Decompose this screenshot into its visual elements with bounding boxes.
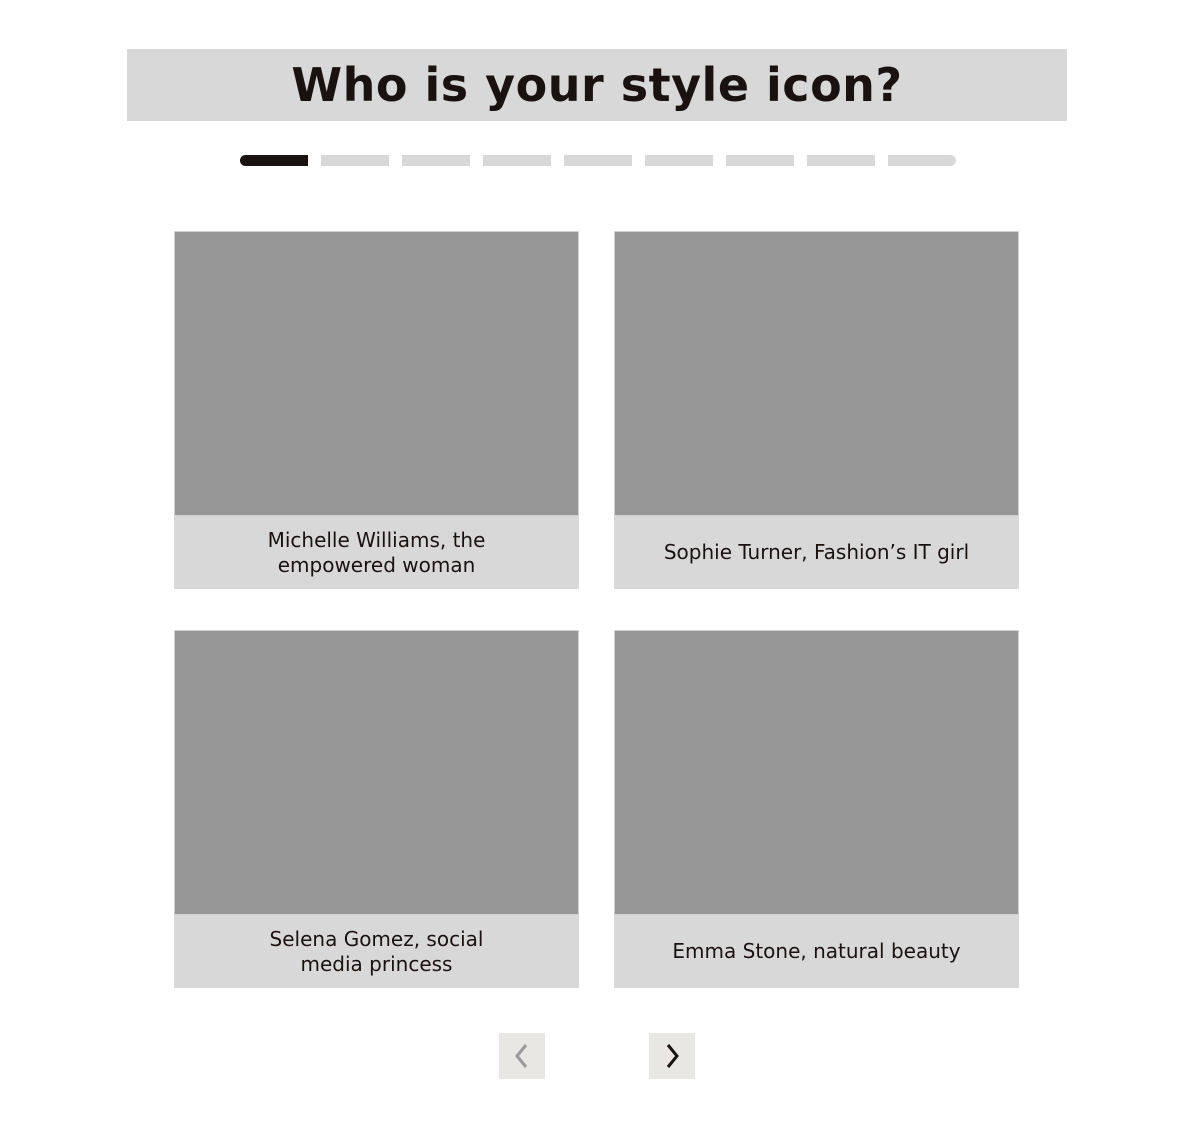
progress-step: [888, 155, 956, 166]
option-label: Emma Stone, natural beauty: [672, 939, 961, 963]
progress-step: [402, 155, 470, 166]
progress-step: [807, 155, 875, 166]
progress-step: [321, 155, 389, 166]
prev-button[interactable]: [499, 1033, 545, 1079]
progress-step: [564, 155, 632, 166]
option-image: [614, 231, 1019, 516]
option-image: [614, 630, 1019, 915]
next-button[interactable]: [649, 1033, 695, 1079]
progress-step: [645, 155, 713, 166]
progress-bar: [240, 155, 956, 166]
page-title: Who is your style icon?: [127, 49, 1067, 121]
progress-step: [726, 155, 794, 166]
option-card[interactable]: Emma Stone, natural beauty: [614, 630, 1019, 988]
progress-step: [483, 155, 551, 166]
option-card[interactable]: Sophie Turner, Fashion’s IT girl: [614, 231, 1019, 589]
option-label: Sophie Turner, Fashion’s IT girl: [663, 540, 970, 564]
option-card[interactable]: Michelle Williams, the empowered woman: [174, 231, 579, 589]
option-image: [174, 231, 579, 516]
option-label: Michelle Williams, the empowered woman: [267, 527, 486, 577]
chevron-left-icon: [515, 1044, 528, 1068]
chevron-right-icon: [666, 1044, 679, 1068]
progress-step: [240, 155, 308, 166]
option-label: Selena Gomez, social media princess: [269, 926, 484, 976]
option-image: [174, 630, 579, 915]
option-card[interactable]: Selena Gomez, social media princess: [174, 630, 579, 988]
